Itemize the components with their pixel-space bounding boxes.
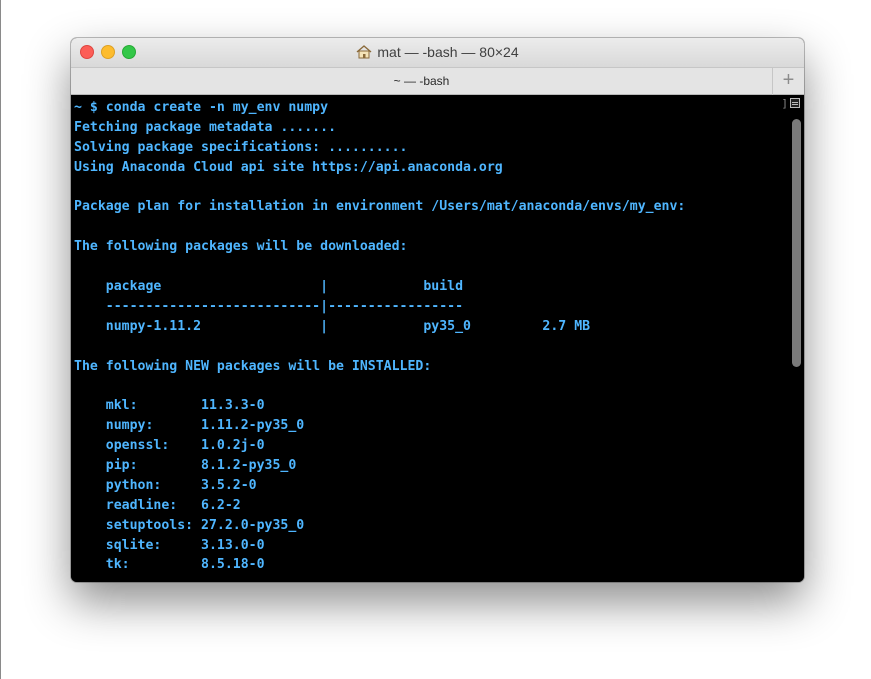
- scrollbar-thumb[interactable]: [792, 119, 801, 367]
- terminal-line: numpy: 1.11.2-py35_0: [74, 418, 305, 434]
- terminal-line: python: 3.5.2-0: [74, 477, 257, 493]
- home-icon: [356, 45, 372, 59]
- terminal-line: package | build: [74, 279, 464, 295]
- terminal-line: sqlite: 3.13.0-0: [74, 537, 265, 553]
- terminal-window: mat — -bash — 80×24 ~ — -bash + ~ $ cond…: [71, 38, 804, 582]
- terminal-line: ~ $ conda create -n my_env numpy: [74, 100, 329, 115]
- terminal-line: Using Anaconda Cloud api site https://ap…: [74, 159, 503, 175]
- terminal-line: setuptools: 27.2.0-py35_0: [74, 517, 305, 533]
- background-edge: [0, 0, 1, 679]
- terminal-line: numpy-1.11.2 | py35_0 2.7 MB: [74, 318, 591, 334]
- terminal-line: Fetching package metadata .......: [74, 119, 337, 135]
- terminal-line: mkl: 11.3.3-0: [74, 398, 265, 414]
- terminal-line: Solving package specifications: ........…: [74, 139, 408, 155]
- terminal-line: pip: 8.1.2-py35_0: [74, 458, 297, 474]
- terminal-line: The following NEW packages will be INSTA…: [74, 358, 432, 374]
- terminal-line: Package plan for installation in environ…: [74, 199, 686, 215]
- mark-bracket-icon: ]: [781, 97, 788, 110]
- terminal-output: ~ $ conda create -n my_env numpy Fetching…: [74, 98, 685, 575]
- marks-icon[interactable]: [790, 98, 800, 108]
- window-title: mat — -bash — 80×24: [71, 44, 804, 60]
- terminal-content[interactable]: ~ $ conda create -n my_env numpy Fetching…: [71, 95, 804, 582]
- title-bar[interactable]: mat — -bash — 80×24: [71, 38, 804, 67]
- tab-bar: ~ — -bash +: [71, 67, 804, 95]
- new-tab-button[interactable]: +: [773, 68, 804, 95]
- terminal-line: openssl: 1.0.2j-0: [74, 438, 265, 454]
- tab-bash[interactable]: ~ — -bash: [71, 68, 773, 95]
- window-title-text: mat — -bash — 80×24: [377, 44, 519, 60]
- terminal-line: tk: 8.5.18-0: [74, 557, 265, 573]
- terminal-line: readline: 6.2-2: [74, 497, 241, 513]
- terminal-line: ---------------------------|------------…: [74, 298, 464, 314]
- terminal-line: The following packages will be downloade…: [74, 239, 408, 255]
